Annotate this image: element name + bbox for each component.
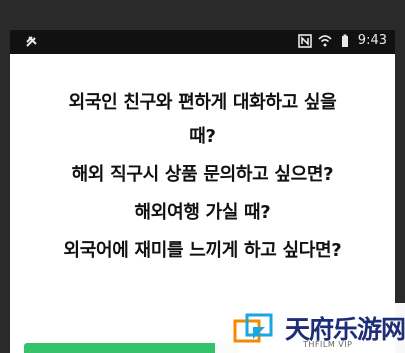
promo-text-block: 외국인 친구와 편하게 대화하고 싶을 때? 해외 직구시 상품 문의하고 싶으… (10, 92, 395, 278)
promo-line-5: 외국어에 재미를 느끼게 하고 싶다면? (63, 240, 342, 261)
promo-line-3: 해외 직구시 상품 문의하고 싶으면? (71, 164, 334, 185)
wifi-icon (318, 34, 332, 46)
promo-line-2: 때? (189, 126, 216, 147)
nfc-icon (297, 33, 312, 48)
watermark-subtitle: THFILM VIP (303, 340, 353, 349)
battery-icon (341, 34, 348, 47)
screenshot-frame: 9:43 외국인 친구와 편하게 대화하고 싶을 때? 해외 직구시 상품 문의… (0, 0, 405, 353)
status-time: 9:43 (357, 33, 387, 48)
promo-line-4: 해외여행 가실 때? (134, 202, 271, 223)
promo-line-1: 외국인 친구와 편하게 대화하고 싶을 (68, 92, 337, 113)
start-button[interactable] (24, 343, 239, 353)
settings-icon (26, 36, 37, 47)
watermark: 天府乐游网 THFILM VIP (215, 303, 405, 353)
status-bar: 9:43 (10, 30, 395, 54)
watermark-logo-icon (233, 313, 273, 343)
status-icons: 9:43 (297, 33, 387, 48)
